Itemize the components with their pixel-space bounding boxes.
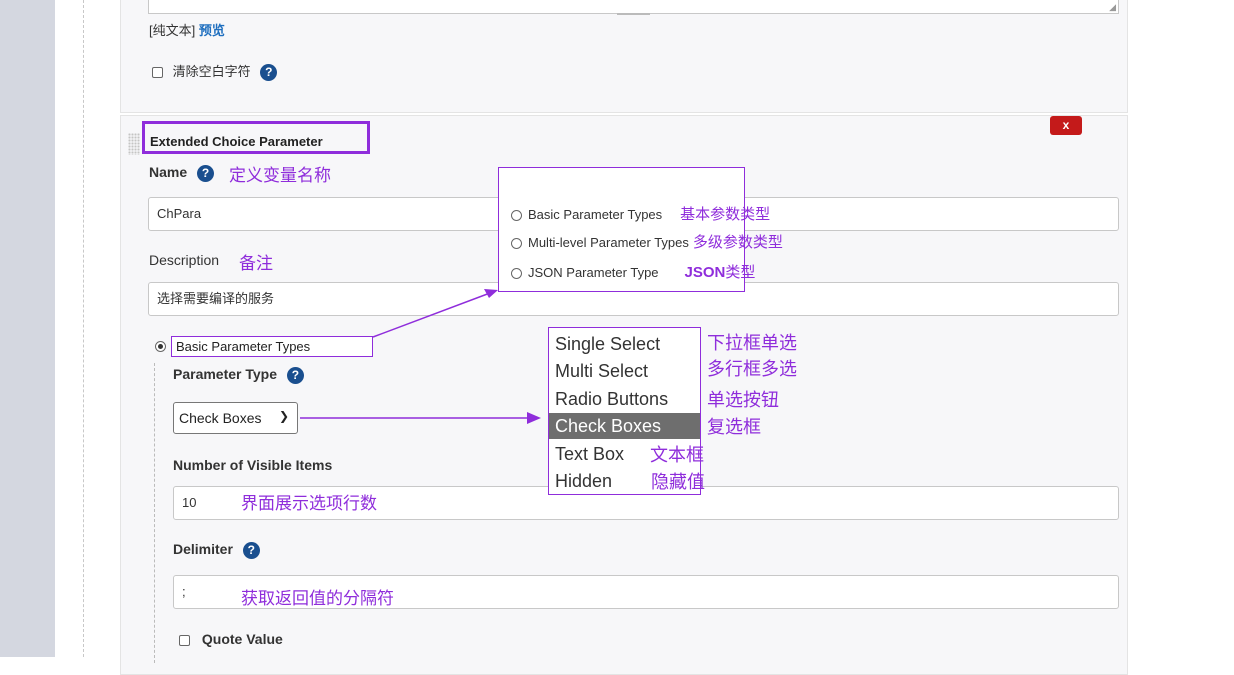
option-radio-buttons[interactable]: Radio Buttons (549, 386, 700, 412)
help-icon[interactable]: ? (260, 64, 278, 82)
option-label: JSON Parameter Type (528, 265, 659, 280)
drag-handle-icon[interactable] (128, 133, 140, 155)
param-type-select[interactable]: Check Boxes ❯ (173, 402, 298, 434)
quote-value-label: Quote Value (201, 631, 283, 647)
trim-checkbox[interactable] (152, 67, 163, 79)
name-annotation: 定义变量名称 (229, 166, 331, 185)
section-title: Extended Choice Parameter (142, 121, 370, 154)
textarea-scroll-mark (617, 13, 650, 15)
nested-options-guide (154, 363, 155, 663)
visible-items-annotation: 界面展示选项行数 (241, 494, 377, 513)
option-single-select[interactable]: Single Select (549, 331, 700, 357)
option-multi-select[interactable]: Multi Select (549, 358, 700, 384)
quote-value-option: Quote Value (179, 631, 283, 647)
option-annotation: 基本参数类型 (680, 206, 771, 223)
hidden-annotation: 隐藏值 (651, 472, 705, 492)
text-box-annotation: 文本框 (650, 445, 704, 465)
name-label: Name (149, 164, 188, 180)
option-label: Basic Parameter Types (528, 207, 663, 222)
description-annotation: 备注 (239, 254, 273, 273)
option-annotation: 多级参数类型 (692, 234, 783, 251)
param-type-value: Check Boxes (179, 410, 262, 426)
trim-label: 清除空白字符 (172, 64, 251, 79)
quote-value-checkbox[interactable] (179, 634, 190, 646)
preview-link[interactable]: 预览 (199, 23, 225, 38)
option-check-boxes[interactable]: Check Boxes (549, 413, 700, 439)
name-label-row: Name ? (149, 164, 215, 182)
help-icon[interactable]: ? (286, 366, 304, 384)
help-icon[interactable]: ? (242, 541, 260, 559)
left-sidebar-rail (0, 0, 55, 657)
popover-option[interactable]: Multi-level Parameter Types 多级参数类型 (511, 231, 783, 252)
trim-option: 清除空白字符 ? (152, 61, 278, 82)
param-type-label: Parameter Type (173, 366, 278, 382)
multi-select-annotation: 多行框多选 (707, 359, 797, 379)
popover-option[interactable]: JSON Parameter Type JSON类型 (511, 261, 755, 282)
delimiter-label: Delimiter (173, 541, 233, 557)
popover-option[interactable]: Basic Parameter Types 基本参数类型 (511, 203, 770, 224)
default-value-textarea[interactable]: ◢ (148, 0, 1119, 14)
check-boxes-annotation: 复选框 (707, 417, 761, 437)
basic-type-radio[interactable] (155, 338, 166, 353)
delete-button[interactable]: x (1050, 116, 1082, 135)
delimiter-label-row: Delimiter ? (173, 541, 260, 559)
description-label: Description (149, 252, 220, 268)
radio-selected-icon[interactable] (155, 341, 166, 353)
radio-icon[interactable] (511, 210, 522, 222)
resize-grip-icon[interactable]: ◢ (1109, 3, 1116, 12)
basic-type-label: Basic Parameter Types (171, 336, 373, 357)
single-select-annotation: 下拉框单选 (707, 333, 797, 353)
format-links: [纯文本] 预览 (149, 20, 225, 39)
option-label: Multi-level Parameter Types (528, 235, 689, 250)
param-type-label-row: Parameter Type ? (173, 366, 304, 384)
radio-icon[interactable] (511, 238, 522, 250)
radio-icon[interactable] (511, 268, 522, 280)
outer-divider (83, 0, 84, 657)
plain-text-label: [纯文本] (149, 23, 196, 38)
visible-items-label: Number of Visible Items (173, 457, 333, 473)
chevron-down-icon: ❯ (278, 409, 289, 423)
radio-buttons-annotation: 单选按钮 (707, 390, 779, 410)
option-annotation: 类型 (725, 264, 756, 281)
delimiter-annotation: 获取返回值的分隔符 (241, 589, 394, 608)
option-annotation-bold: JSON (684, 264, 726, 281)
previous-parameter-block (120, 0, 1128, 113)
help-icon[interactable]: ? (197, 164, 215, 182)
parameter-types-popover: Basic Parameter Types 基本参数类型 Multi-level … (498, 167, 783, 292)
